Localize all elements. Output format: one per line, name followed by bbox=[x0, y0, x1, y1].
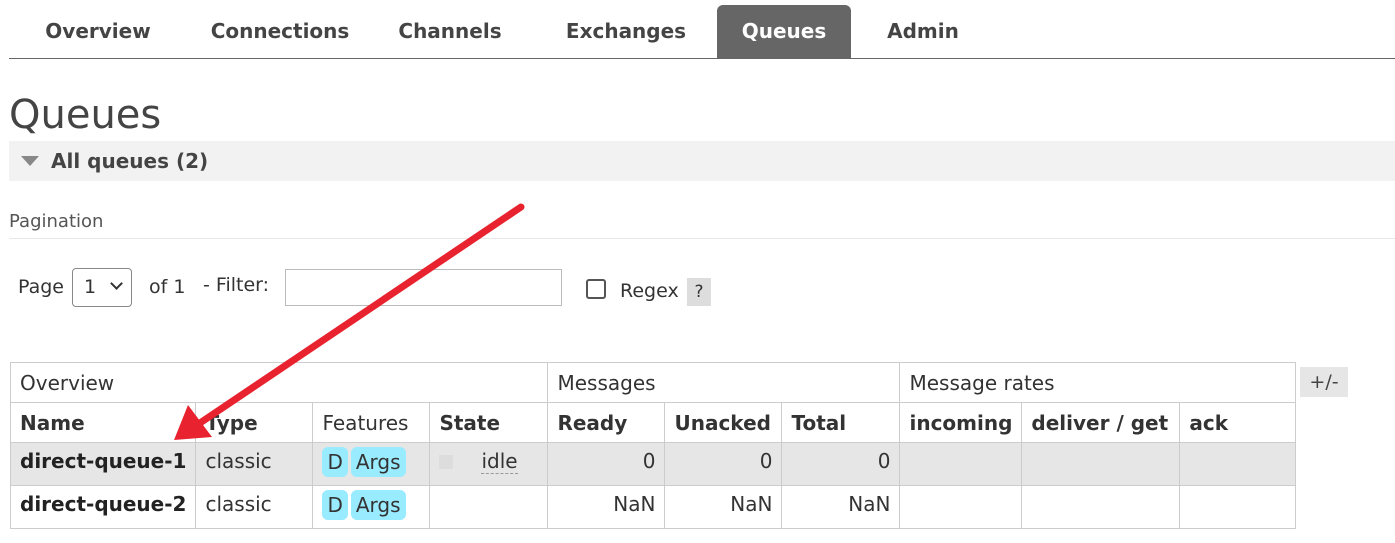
main-nav: Overview Connections Channels Exchanges … bbox=[9, 5, 1395, 59]
col-features[interactable]: Features bbox=[312, 402, 431, 443]
pagination-title: Pagination bbox=[9, 211, 104, 232]
col-ready[interactable]: Ready bbox=[547, 402, 666, 443]
col-state[interactable]: State bbox=[429, 402, 549, 443]
tab-queues[interactable]: Queues bbox=[717, 5, 851, 58]
messages-unacked: NaN bbox=[664, 485, 783, 529]
queue-state: idle bbox=[429, 442, 549, 486]
table-row[interactable]: direct-queue-2 classic D Args NaN NaN NaN bbox=[9, 485, 1297, 529]
chevron-down-icon bbox=[110, 277, 123, 290]
col-ack[interactable]: ack bbox=[1179, 402, 1297, 443]
filter-label: - Filter: bbox=[203, 274, 270, 296]
messages-ready: NaN bbox=[547, 485, 666, 529]
messages-ready: 0 bbox=[547, 442, 666, 486]
rate-incoming bbox=[899, 485, 1023, 529]
rate-ack bbox=[1179, 442, 1297, 486]
all-queues-toggle[interactable]: All queues (2) bbox=[9, 141, 1395, 181]
state-idle-icon bbox=[439, 455, 454, 469]
queue-features: D Args bbox=[312, 442, 431, 486]
queue-features: D Args bbox=[312, 485, 431, 529]
col-total[interactable]: Total bbox=[781, 402, 901, 443]
state-label: idle bbox=[481, 449, 518, 474]
col-type[interactable]: Type bbox=[195, 402, 314, 443]
regex-help-button[interactable]: ? bbox=[687, 278, 711, 306]
page-label: Page bbox=[18, 276, 64, 298]
collapse-triangle-icon bbox=[21, 156, 39, 166]
feature-durable-badge: D bbox=[322, 447, 348, 477]
column-toggle-button[interactable]: +/- bbox=[1300, 367, 1348, 397]
group-header-message-rates: Message rates bbox=[899, 362, 1297, 403]
regex-checkbox[interactable] bbox=[586, 279, 606, 299]
feature-args-badge: Args bbox=[350, 490, 406, 520]
rate-deliver-get bbox=[1021, 442, 1181, 486]
queue-name-link[interactable]: direct-queue-2 bbox=[9, 485, 197, 529]
tab-connections[interactable]: Connections bbox=[185, 5, 375, 58]
col-name[interactable]: Name bbox=[9, 402, 197, 443]
section-label: All queues (2) bbox=[51, 149, 209, 173]
queue-type: classic bbox=[195, 485, 314, 529]
filter-input[interactable] bbox=[285, 269, 562, 306]
feature-args-badge: Args bbox=[350, 447, 406, 477]
messages-total: NaN bbox=[781, 485, 901, 529]
tab-exchanges[interactable]: Exchanges bbox=[546, 5, 706, 58]
queue-state bbox=[429, 485, 549, 529]
group-header-overview: Overview bbox=[9, 362, 549, 403]
queue-type: classic bbox=[195, 442, 314, 486]
col-unacked[interactable]: Unacked bbox=[664, 402, 783, 443]
rate-ack bbox=[1179, 485, 1297, 529]
page-select[interactable]: 1 bbox=[72, 268, 132, 307]
queues-table: Overview Messages Message rates Name Typ… bbox=[9, 362, 1297, 529]
col-incoming[interactable]: incoming bbox=[899, 402, 1023, 443]
page-title: Queues bbox=[9, 92, 162, 138]
tab-admin[interactable]: Admin bbox=[871, 5, 975, 58]
page-select-value: 1 bbox=[84, 276, 97, 298]
page-count-label: of 1 bbox=[149, 276, 186, 298]
rate-deliver-get bbox=[1021, 485, 1181, 529]
regex-label: Regex bbox=[620, 280, 679, 302]
messages-total: 0 bbox=[781, 442, 901, 486]
messages-unacked: 0 bbox=[664, 442, 783, 486]
col-deliver-get[interactable]: deliver / get bbox=[1021, 402, 1181, 443]
feature-durable-badge: D bbox=[322, 490, 348, 520]
table-row[interactable]: direct-queue-1 classic D Args idle 0 0 0 bbox=[9, 442, 1297, 486]
group-header-messages: Messages bbox=[547, 362, 901, 403]
rate-incoming bbox=[899, 442, 1023, 486]
divider bbox=[9, 238, 1395, 239]
tab-channels[interactable]: Channels bbox=[385, 5, 515, 58]
tab-overview[interactable]: Overview bbox=[21, 5, 175, 58]
queue-name-link[interactable]: direct-queue-1 bbox=[9, 442, 197, 486]
